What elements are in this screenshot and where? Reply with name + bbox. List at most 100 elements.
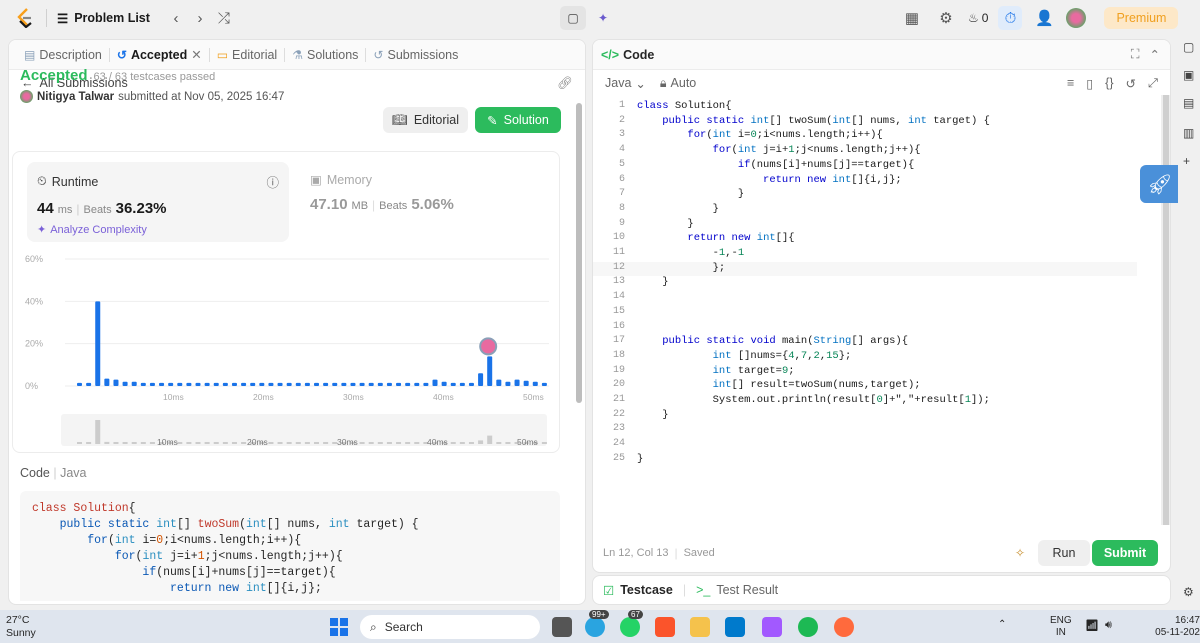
code-line[interactable]: 2 public static int[] twoSum(int[] nums,… [593, 115, 1137, 130]
tab-testcase[interactable]: Testcase [620, 583, 673, 597]
runtime-distribution-chart[interactable]: 60% 40% 20% 0% 10ms 20ms 30ms 40ms 50ms 10ms 20ms 3… [13, 152, 561, 454]
mode-label[interactable]: Auto [671, 76, 697, 90]
gear-icon[interactable]: ⚙ [1183, 585, 1194, 599]
reset-icon[interactable]: ↺ [1126, 76, 1136, 91]
code-line[interactable]: 21 System.out.println(result[0]+","+resu… [593, 394, 1137, 409]
chevron-left-icon[interactable]: ‹ [164, 6, 188, 30]
plus-icon[interactable]: + [1183, 154, 1190, 168]
chart-bar [186, 382, 192, 386]
code-line[interactable]: 13 } [593, 276, 1137, 291]
code-line[interactable]: 18 int []nums={4,7,2,15}; [593, 350, 1137, 365]
leetcode-logo[interactable] [14, 7, 36, 29]
debug-icon[interactable]: ✧ [1015, 546, 1025, 560]
expand-icon[interactable]: ⤢ [1148, 76, 1158, 91]
weather[interactable]: Sunny [6, 627, 36, 640]
code-line[interactable]: 11 -1,-1 [593, 247, 1137, 262]
layout-icon[interactable]: ▦ [900, 6, 924, 30]
shuffle-icon[interactable]: ⤮ [212, 6, 236, 30]
file-explorer-icon[interactable] [690, 617, 710, 637]
editorial-button[interactable]: 📖︎ Editorial [383, 107, 468, 133]
sidebar-icon[interactable]: ▢ [1183, 40, 1194, 54]
saved-status: Saved [683, 547, 715, 559]
chart-bar [487, 356, 493, 386]
app-icon[interactable] [834, 617, 854, 637]
bookmark-icon[interactable]: ▯ [1086, 76, 1093, 91]
add-user-icon[interactable]: 👤 [1032, 6, 1056, 30]
code-editor[interactable]: 1 class Solution{2 public static int[] tw… [593, 100, 1153, 500]
chart-bar [505, 381, 511, 386]
braces-icon[interactable]: {} [1105, 76, 1113, 91]
code-line[interactable]: 12 }; [593, 261, 1137, 277]
sidebar-icon[interactable]: ▤ [1183, 96, 1194, 110]
sparkle-icon[interactable]: ✦ [590, 6, 616, 30]
format-icon[interactable]: ≡ [1067, 76, 1074, 91]
streak-counter[interactable]: ♨ 0 [968, 11, 988, 25]
code-line[interactable]: 5 if(nums[i]+nums[j]==target){ [593, 159, 1137, 174]
code-line[interactable]: 24 [593, 438, 1137, 453]
submit-button[interactable]: Submit [1092, 540, 1158, 566]
task-view-icon[interactable] [552, 617, 572, 637]
telegram-icon[interactable] [585, 617, 605, 637]
code-line[interactable]: 16 [593, 321, 1137, 336]
notes-icon[interactable]: ▢ [560, 6, 586, 30]
code-line[interactable]: 8 } [593, 203, 1137, 218]
spotify-icon[interactable] [798, 617, 818, 637]
code-line[interactable]: 23 [593, 423, 1137, 438]
testcase-panel: ☑ Testcase | >_ Test Result [592, 575, 1171, 605]
chart-bar [332, 382, 338, 386]
line-number: 12 [612, 261, 625, 273]
chart-bar [368, 382, 374, 386]
code-line[interactable]: 25} [593, 453, 1137, 468]
code-line[interactable]: 17 public static void main(String[] args… [593, 335, 1137, 350]
chevron-right-icon[interactable]: › [188, 6, 212, 30]
region-indicator[interactable]: IN [1050, 627, 1072, 639]
timer-icon[interactable]: ⏱ [998, 6, 1023, 30]
code-line[interactable]: 7 } [593, 188, 1137, 203]
whatsapp-icon[interactable] [620, 617, 640, 637]
close-icon[interactable]: ✕ [191, 47, 201, 62]
chevron-up-icon[interactable]: ⌃ [998, 619, 1006, 630]
problem-list-button[interactable]: ☰ Problem List [57, 11, 150, 26]
gear-icon[interactable]: ⚙ [934, 6, 958, 30]
chevron-up-icon[interactable]: ⌃ [1150, 47, 1160, 62]
tab-test-result[interactable]: Test Result [716, 583, 778, 597]
vscode-icon[interactable] [725, 617, 745, 637]
solution-button[interactable]: ✎ Solution [475, 107, 561, 133]
clock-time[interactable]: 16:47 [1148, 615, 1200, 627]
line-code: } [637, 452, 644, 465]
code-line[interactable]: 3 for(int i=0;i<nums.length;i++){ [593, 129, 1137, 144]
figma-icon[interactable] [762, 617, 782, 637]
code-line[interactable]: 9 } [593, 218, 1137, 233]
wifi-icon[interactable]: 📶︎ [1085, 619, 1099, 632]
language-select[interactable]: Java [605, 76, 631, 90]
code-line[interactable]: 15 [593, 306, 1137, 321]
left-scrollbar[interactable] [575, 95, 583, 600]
sidebar-icon[interactable]: ▥ [1183, 126, 1194, 140]
temperature[interactable]: 27°C [6, 614, 36, 627]
code-line[interactable]: 20 int[] result=twoSum(nums,target); [593, 379, 1137, 394]
code-line[interactable]: 10 return new int[]{ [593, 232, 1137, 247]
code-line[interactable]: 1 class Solution{ [593, 100, 1137, 115]
sidebar-icon[interactable]: ▣ [1183, 68, 1194, 82]
rocket-widget[interactable]: 🚀︎ [1140, 165, 1180, 203]
windows-start-icon[interactable] [330, 618, 348, 636]
code-line[interactable]: 6 return new int[]{i,j}; [593, 174, 1137, 189]
volume-icon[interactable]: 🔊︎ [1105, 619, 1112, 632]
editor-scrollbar[interactable] [1161, 95, 1170, 525]
language-indicator[interactable]: ENG [1050, 615, 1072, 627]
avatar[interactable] [1066, 8, 1087, 28]
code-line[interactable]: 22 } [593, 409, 1137, 424]
user-name[interactable]: Nitigya Talwar [37, 91, 114, 103]
tab-label: Solutions [306, 47, 359, 62]
line-code: for(int j=i+1;j<nums.length;j++){ [712, 144, 921, 157]
taskbar-search[interactable]: ⌕ Search [360, 615, 540, 639]
chart-bar [259, 382, 265, 386]
code-line[interactable]: 4 for(int j=i+1;j<nums.length;j++){ [593, 144, 1137, 159]
premium-button[interactable]: Premium [1104, 7, 1179, 29]
maximize-icon[interactable]: ⛶ [1131, 47, 1140, 62]
code-line[interactable]: 14 [593, 291, 1137, 306]
brave-icon[interactable] [655, 617, 675, 637]
run-button[interactable]: Run [1038, 540, 1090, 566]
code-line[interactable]: 19 int target=9; [593, 365, 1137, 380]
clock-date[interactable]: 05-11-202 [1148, 627, 1200, 639]
